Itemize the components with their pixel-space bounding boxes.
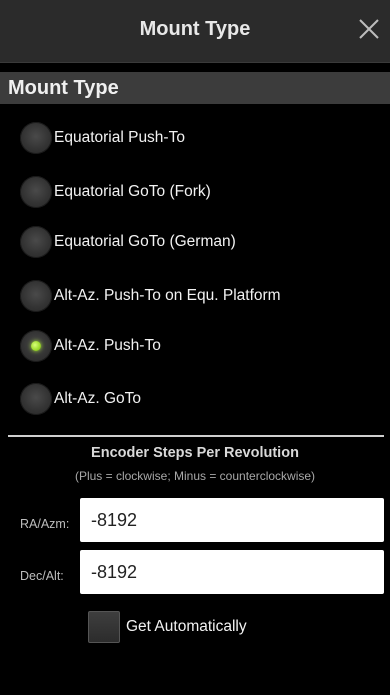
- selected-indicator-icon: [31, 341, 41, 351]
- get-automatically-row[interactable]: Get Automatically: [88, 610, 247, 644]
- radio-button[interactable]: [20, 226, 52, 258]
- dec-alt-input[interactable]: -8192: [80, 550, 384, 594]
- encoder-title: Encoder Steps Per Revolution: [91, 445, 299, 461]
- radio-label: Alt-Az. GoTo: [54, 390, 141, 407]
- ra-azm-label: RA/Azm:: [20, 517, 70, 531]
- radio-equatorial-goto-german[interactable]: Equatorial GoTo (German): [20, 224, 236, 260]
- section-header: Mount Type: [0, 72, 390, 104]
- encoder-subtitle: (Plus = clockwise; Minus = counterclockw…: [74, 469, 316, 483]
- mount-type-screen: Mount Type Mount Type Equatorial Push-To…: [0, 0, 390, 695]
- radio-button-selected[interactable]: [20, 330, 52, 362]
- get-automatically-label: Get Automatically: [126, 618, 247, 635]
- ra-azm-input[interactable]: -8192: [80, 498, 384, 542]
- radio-alt-az-push-to-equ-platform[interactable]: Alt-Az. Push-To on Equ. Platform: [20, 278, 281, 314]
- page-title: Mount Type: [139, 18, 251, 40]
- radio-label: Equatorial GoTo (German): [54, 233, 236, 250]
- radio-button[interactable]: [20, 383, 52, 415]
- radio-button[interactable]: [20, 280, 52, 312]
- radio-button[interactable]: [20, 122, 52, 154]
- divider: [8, 435, 384, 437]
- radio-label: Equatorial Push-To: [54, 129, 185, 146]
- close-icon: [359, 19, 379, 39]
- radio-equatorial-goto-fork[interactable]: Equatorial GoTo (Fork): [20, 174, 211, 210]
- title-bar: Mount Type: [0, 0, 390, 63]
- get-automatically-checkbox[interactable]: [88, 611, 120, 643]
- dec-alt-label: Dec/Alt:: [20, 569, 64, 583]
- section-title: Mount Type: [8, 77, 119, 99]
- radio-alt-az-push-to[interactable]: Alt-Az. Push-To: [20, 328, 161, 364]
- radio-label: Alt-Az. Push-To: [54, 337, 161, 354]
- radio-button[interactable]: [20, 176, 52, 208]
- close-button[interactable]: [354, 14, 384, 44]
- radio-label: Alt-Az. Push-To on Equ. Platform: [54, 287, 281, 304]
- radio-label: Equatorial GoTo (Fork): [54, 183, 211, 200]
- radio-equatorial-push-to[interactable]: Equatorial Push-To: [20, 120, 185, 156]
- radio-alt-az-goto[interactable]: Alt-Az. GoTo: [20, 381, 141, 417]
